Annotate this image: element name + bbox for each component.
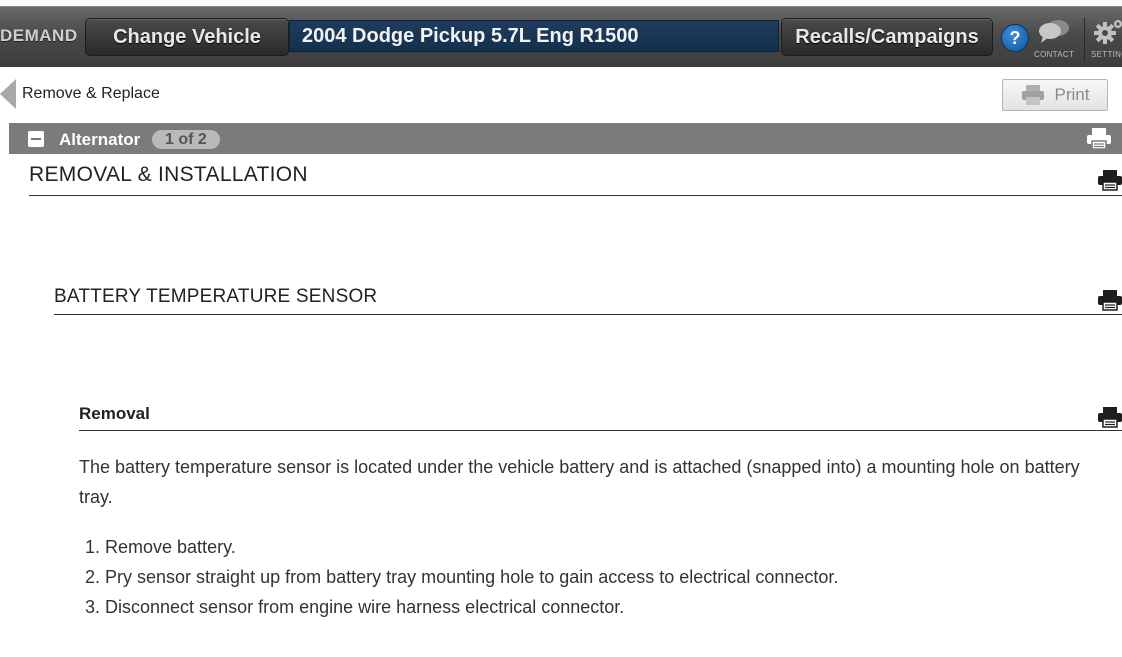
chat-bubble-icon xyxy=(1039,20,1069,43)
recalls-campaigns-button[interactable]: Recalls/Campaigns xyxy=(781,18,993,56)
printer-icon[interactable] xyxy=(1098,406,1122,428)
change-vehicle-button[interactable]: Change Vehicle xyxy=(85,18,289,56)
vehicle-display[interactable]: 2004 Dodge Pickup 5.7L Eng R1500 xyxy=(289,20,779,52)
vehicle-name: 2004 Dodge Pickup 5.7L Eng R1500 xyxy=(302,24,639,47)
breadcrumb-label: Remove & Replace xyxy=(22,85,160,102)
list-item: 1. Remove battery. xyxy=(85,537,236,557)
list-item: 3. Disconnect sensor from engine wire ha… xyxy=(85,597,625,617)
brand-logo-text: DEMAND xyxy=(0,26,78,45)
heading1-text: REMOVAL & INSTALLATION xyxy=(29,163,308,186)
settings-label: SETTING xyxy=(1091,50,1122,59)
heading3-text: Removal xyxy=(79,404,150,423)
count-badge: 1 of 2 xyxy=(152,130,220,149)
top-navigation-bar: DEMAND Change Vehicle 2004 Dodge Pickup … xyxy=(0,0,1122,67)
heading-battery-temperature-sensor: BATTERY TEMPERATURE SENSOR xyxy=(54,283,1122,315)
printer-icon[interactable] xyxy=(1098,289,1122,311)
printer-icon[interactable] xyxy=(1086,127,1112,151)
help-label: ? xyxy=(1009,27,1021,48)
print-button[interactable]: Print xyxy=(1002,79,1108,111)
heading-removal-installation: REMOVAL & INSTALLATION xyxy=(29,160,1122,196)
contact-label: CONTACT xyxy=(1034,50,1075,59)
removal-description: The battery temperature sensor is locate… xyxy=(79,457,1080,507)
help-icon[interactable]: ? xyxy=(1001,24,1029,52)
section-header-bar: Alternator 1 of 2 xyxy=(9,123,1122,154)
section-title: Alternator xyxy=(59,130,141,149)
contact-button[interactable]: CONTACT xyxy=(1032,18,1076,62)
back-arrow-icon xyxy=(0,79,16,109)
gear-icon xyxy=(1094,20,1122,44)
back-link[interactable]: Remove & Replace xyxy=(0,78,160,110)
heading-removal: Removal xyxy=(79,401,1122,431)
removal-steps-list: 1. Remove battery. 2. Pry sensor straigh… xyxy=(79,532,1099,622)
heading2-text: BATTERY TEMPERATURE SENSOR xyxy=(54,286,378,307)
printer-icon xyxy=(1021,85,1044,105)
printer-icon[interactable] xyxy=(1098,169,1122,191)
print-label: Print xyxy=(1054,85,1090,104)
list-item: 2. Pry sensor straight up from battery t… xyxy=(85,567,839,587)
settings-button[interactable]: SETTING xyxy=(1084,18,1122,62)
collapse-minus-icon[interactable] xyxy=(28,131,44,147)
